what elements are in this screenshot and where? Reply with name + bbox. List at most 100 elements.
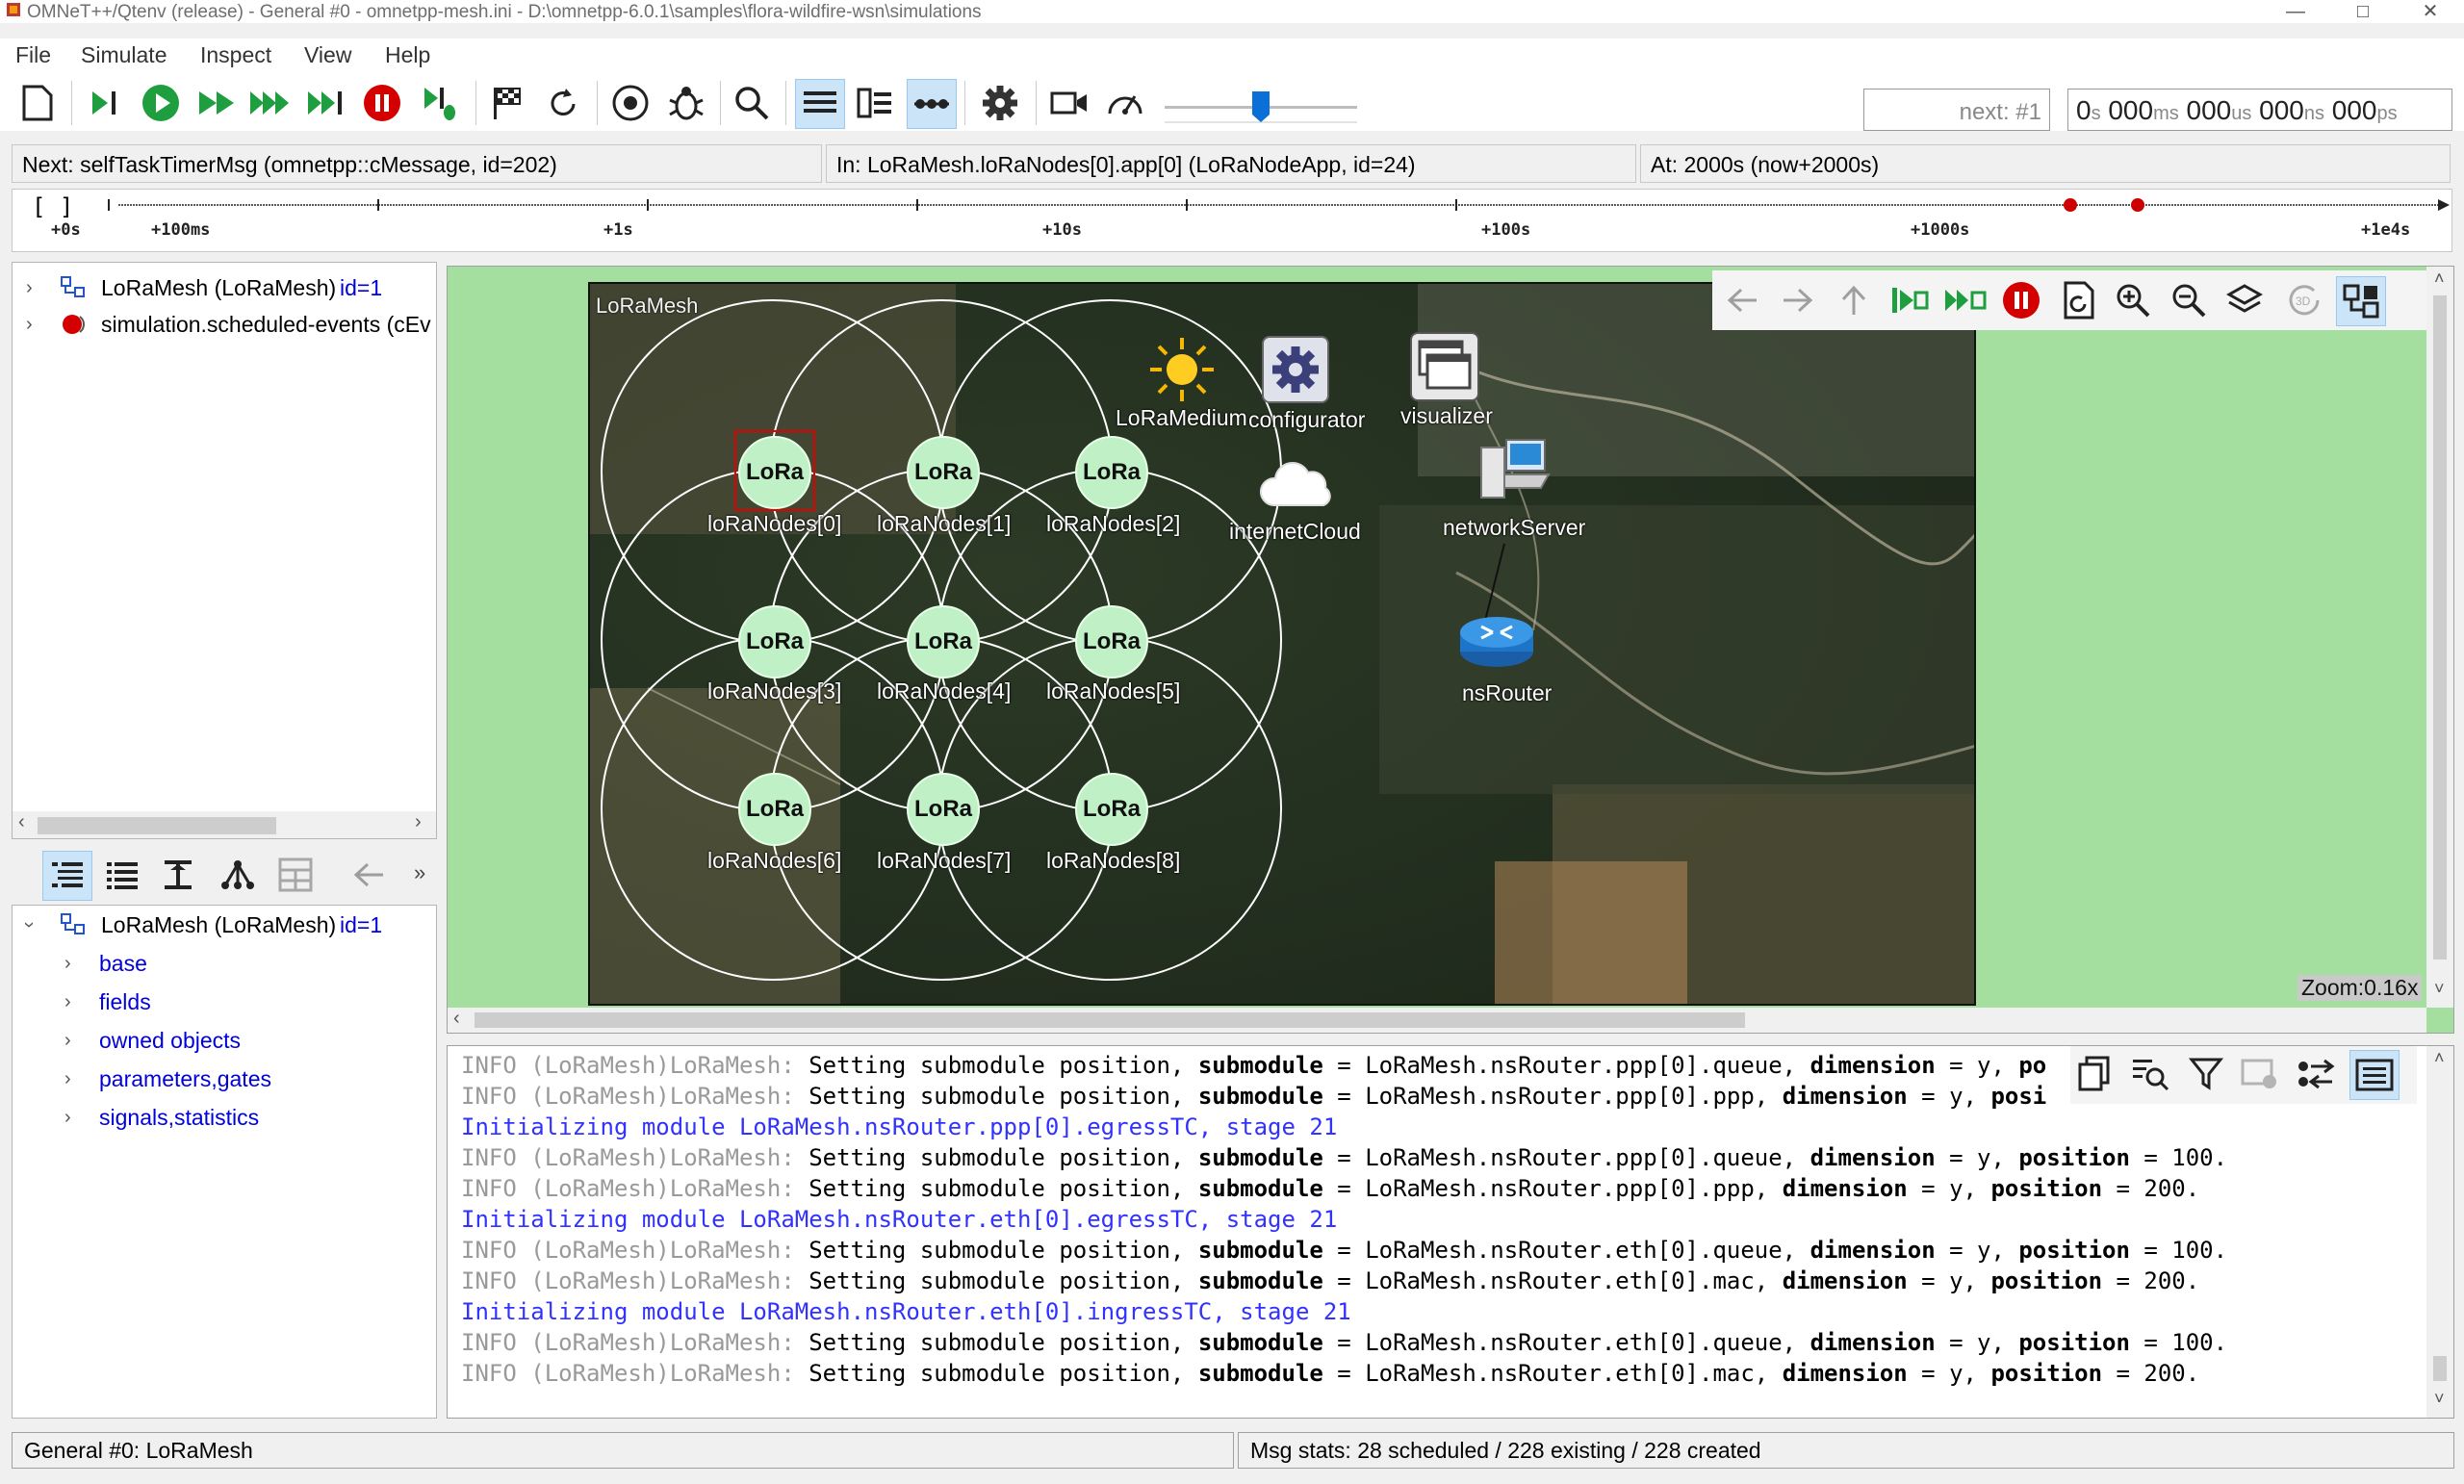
chevron-right-icon[interactable]: › (64, 1062, 71, 1096)
filter-button[interactable] (2182, 1050, 2230, 1098)
scroll-left-icon[interactable]: ‹ (453, 1008, 460, 1030)
find-objects-button[interactable] (728, 79, 776, 127)
more-chevron-icon[interactable]: » (414, 860, 425, 885)
tree-row-loramesh[interactable]: › LoRaMesh (LoRaMesh) id=1 (13, 270, 436, 305)
lora-node-6[interactable]: LoRa (738, 773, 811, 846)
minimize-button[interactable]: — (2262, 0, 2329, 23)
3d-view-button[interactable]: 3D (2280, 276, 2328, 324)
maximize-button[interactable]: □ (2329, 0, 2397, 23)
close-window-button[interactable]: ✕ (2397, 0, 2464, 23)
menu-help[interactable]: Help (385, 42, 430, 68)
router-icon[interactable] (1456, 611, 1537, 671)
server-icon[interactable] (1477, 436, 1554, 505)
new-run-button[interactable] (13, 79, 62, 127)
visualizer-module[interactable] (1410, 332, 1479, 401)
canvas-mode-button[interactable] (2336, 276, 2386, 326)
flat-view-button[interactable] (98, 851, 146, 899)
inspector-row-base[interactable]: › base (13, 946, 436, 981)
stop-button[interactable] (358, 79, 406, 127)
log-pane[interactable]: INFO (LoRaMesh)LoRaMesh: Setting submodu… (447, 1045, 2454, 1419)
scroll-up-icon[interactable]: ˄ (2434, 1048, 2445, 1068)
debug-next-event-button[interactable] (416, 79, 464, 127)
log-settings-button[interactable] (2236, 1050, 2284, 1098)
relayout-button[interactable] (2055, 276, 2103, 324)
scroll-down-icon[interactable]: ˅ (2434, 979, 2445, 999)
canvas-run-button[interactable] (1941, 276, 1989, 324)
scroll-thumb[interactable] (2433, 1356, 2447, 1381)
finish-simulation-button[interactable] (483, 79, 531, 127)
canvas-stop-button[interactable] (1997, 276, 2045, 324)
run-until-button[interactable] (302, 79, 350, 127)
inspector-root-row[interactable]: › LoRaMesh (LoRaMesh) id=1 (13, 908, 436, 942)
chevron-right-icon[interactable]: › (64, 1023, 71, 1058)
speed-slider-thumb[interactable] (1251, 90, 1270, 123)
log-vscrollbar[interactable]: ˄ ˅ (2426, 1046, 2453, 1418)
step-button[interactable] (81, 79, 129, 127)
tree-row-scheduled-events[interactable]: › simulation.scheduled-events (cEv (13, 307, 436, 342)
inspector-row-parameters-gates[interactable]: › parameters,gates (13, 1062, 436, 1096)
menu-view[interactable]: View (304, 42, 351, 68)
speed-slider[interactable] (1165, 89, 1357, 127)
lora-node-1[interactable]: LoRa (907, 436, 980, 509)
run-button[interactable] (137, 79, 185, 127)
lora-node-8[interactable]: LoRa (1075, 773, 1148, 846)
lora-node-2[interactable]: LoRa (1075, 436, 1148, 509)
scroll-thumb[interactable] (2433, 295, 2447, 959)
chevron-down-icon[interactable]: › (13, 922, 46, 929)
canvas-hscrollbar[interactable]: ‹ (448, 1008, 2426, 1033)
inspector-row-signals-statistics[interactable]: › signals,statistics (13, 1100, 436, 1135)
menu-file[interactable]: File (15, 42, 51, 68)
speed-button[interactable] (1101, 79, 1149, 127)
canvas-back-button[interactable] (1718, 276, 1766, 324)
copy-button[interactable] (2070, 1050, 2118, 1098)
back-button[interactable] (345, 851, 393, 899)
grid-view-button[interactable] (271, 851, 320, 899)
express-run-button[interactable] (246, 79, 295, 127)
event-timeline[interactable]: [ ] +0s +100ms +1s +10s +100s +1000s +1e… (12, 189, 2452, 252)
timeline-toggle-button[interactable] (795, 79, 845, 129)
grouped-view-button[interactable] (42, 851, 92, 901)
zoom-in-button[interactable] (2109, 276, 2157, 324)
debug-button[interactable] (662, 79, 710, 127)
layers-button[interactable] (2220, 276, 2269, 324)
scroll-left-icon[interactable]: ‹ (18, 811, 25, 833)
chevron-right-icon[interactable]: › (64, 985, 71, 1019)
chevron-right-icon[interactable]: › (26, 307, 33, 342)
cloud-icon[interactable] (1256, 457, 1337, 515)
lora-node-5[interactable]: LoRa (1075, 605, 1148, 678)
scroll-right-icon[interactable]: › (415, 811, 422, 833)
children-view-button[interactable] (214, 851, 262, 899)
chevron-right-icon[interactable]: › (26, 270, 33, 305)
message-mode-button[interactable] (2349, 1050, 2400, 1100)
line-mode-button[interactable] (2294, 1050, 2342, 1098)
network-canvas-pane[interactable]: LoRaMesh LoRa loRaNodes[0] LoRa loRaNode… (447, 266, 2454, 1034)
zoom-out-button[interactable] (2165, 276, 2213, 324)
lora-node-7[interactable]: LoRa (907, 773, 980, 846)
scroll-down-icon[interactable]: ˅ (2434, 1389, 2445, 1409)
preferences-button[interactable] (976, 79, 1024, 127)
scroll-thumb[interactable] (475, 1012, 1745, 1028)
layout-toggle-button[interactable] (851, 79, 899, 127)
configurator-module[interactable] (1262, 336, 1329, 403)
sun-icon[interactable] (1148, 336, 1216, 403)
scroll-up-icon[interactable]: ˄ (2434, 269, 2445, 289)
video-record-button[interactable] (1045, 79, 1093, 127)
animation-toggle-button[interactable] (907, 79, 957, 129)
canvas-forward-button[interactable] (1774, 276, 1822, 324)
lora-node-4[interactable]: LoRa (907, 605, 980, 678)
rebuild-network-button[interactable] (539, 79, 587, 127)
find-in-log-button[interactable] (2126, 1050, 2174, 1098)
scroll-thumb[interactable] (38, 817, 276, 834)
menu-inspect[interactable]: Inspect (200, 42, 271, 68)
inheritance-view-button[interactable] (154, 851, 202, 899)
inspector-row-fields[interactable]: › fields (13, 985, 436, 1019)
object-tree-hscrollbar[interactable]: ‹ › (13, 811, 436, 838)
canvas-up-button[interactable] (1830, 276, 1878, 324)
chevron-right-icon[interactable]: › (64, 946, 71, 981)
network-map[interactable]: LoRaMesh LoRa loRaNodes[0] LoRa loRaNode… (588, 282, 1976, 1006)
fast-run-button[interactable] (192, 79, 241, 127)
canvas-vscrollbar[interactable]: ˄ ˅ (2426, 267, 2453, 1008)
chevron-right-icon[interactable]: › (64, 1100, 71, 1135)
record-button[interactable] (606, 79, 654, 127)
menu-simulate[interactable]: Simulate (81, 42, 167, 68)
